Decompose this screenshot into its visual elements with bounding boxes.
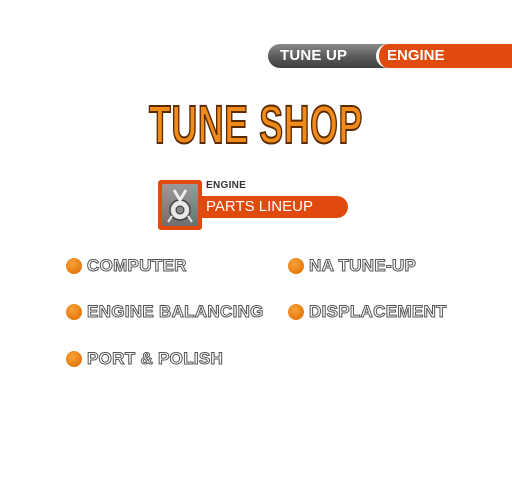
bullet-icon xyxy=(288,304,304,320)
bullet-icon xyxy=(288,258,304,274)
page-title: TUNE SHOP xyxy=(148,94,363,156)
menu-item-computer[interactable]: COMPUTER xyxy=(66,256,187,276)
bullet-icon xyxy=(66,258,82,274)
category-title-bar: PARTS LINEUP xyxy=(202,196,348,218)
category-small-label: ENGINE xyxy=(206,180,247,191)
menu-item-na-tune-up[interactable]: NA TUNE-UP xyxy=(288,256,416,276)
menu-item-label: COMPUTER xyxy=(87,256,187,276)
menu-item-label: NA TUNE-UP xyxy=(308,256,417,276)
engine-parts-icon xyxy=(158,180,202,230)
top-tab-bar: TUNE UP ENGINE xyxy=(268,44,512,68)
bullet-icon xyxy=(66,304,82,320)
bullet-icon xyxy=(66,351,82,367)
menu-item-engine-balancing[interactable]: ENGINE BALANCING xyxy=(66,302,264,322)
menu-item-label: DISPLACEMENT xyxy=(309,302,447,322)
tab-tune-up[interactable]: TUNE UP xyxy=(268,44,386,68)
menu-item-displacement[interactable]: DISPLACEMENT xyxy=(288,302,447,322)
menu-item-label: ENGINE BALANCING xyxy=(87,302,264,322)
menu-item-port-polish[interactable]: PORT & POLISH xyxy=(66,349,223,369)
tab-engine[interactable]: ENGINE xyxy=(376,44,512,68)
menu-item-label: PORT & POLISH xyxy=(86,349,224,369)
